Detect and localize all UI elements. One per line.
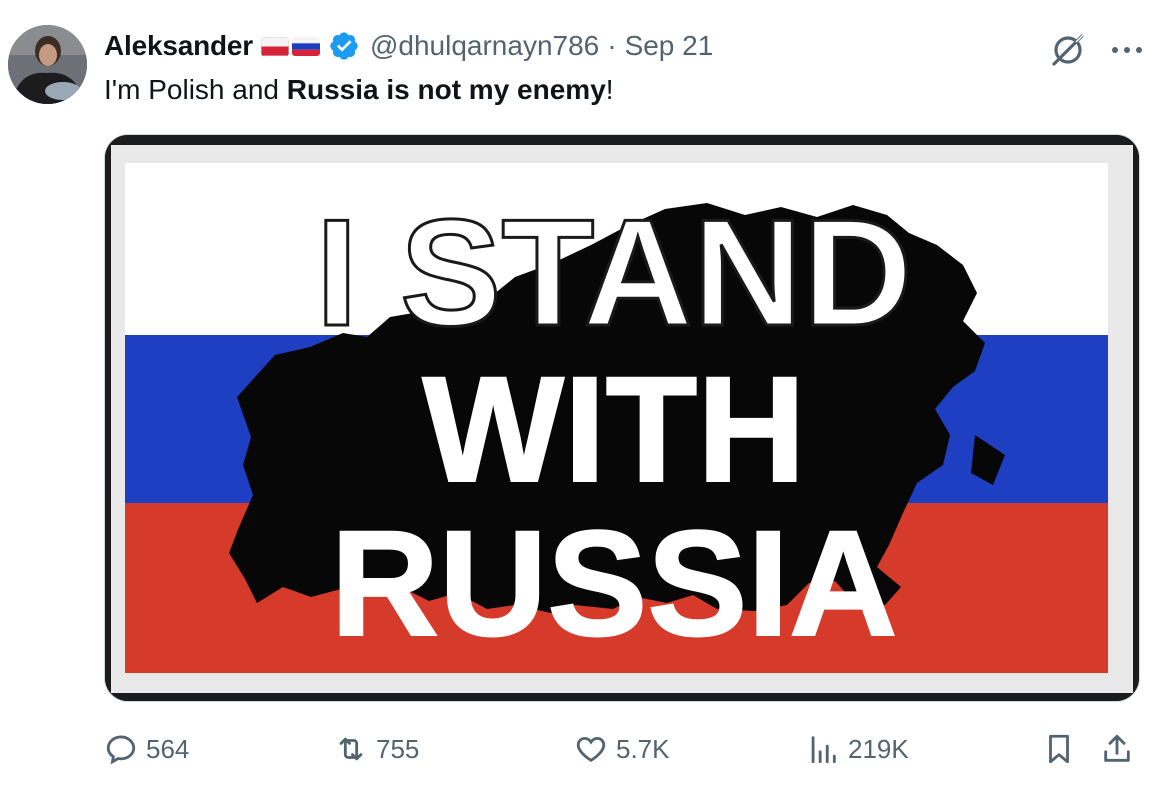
tweet-action-bar: 564 755 5.7K 219K	[104, 726, 1140, 772]
poland-flag-icon	[260, 36, 289, 56]
repost-icon	[339, 737, 363, 761]
more-options-icon[interactable]	[1112, 45, 1142, 55]
tweet-date[interactable]: Sep 21	[625, 30, 714, 62]
reply-count: 564	[146, 733, 190, 764]
tweet-text-bold: Russia is not my enemy	[286, 74, 606, 105]
tweet-text-part: I'm Polish and	[104, 74, 287, 105]
views-count: 219K	[848, 733, 909, 764]
image-text-line3: RUSSIA	[331, 499, 898, 667]
display-name[interactable]: Aleksander	[104, 30, 253, 62]
repost-button[interactable]: 755	[334, 726, 419, 772]
views-icon	[811, 736, 836, 764]
share-button[interactable]	[1100, 726, 1134, 772]
reply-icon	[106, 735, 136, 765]
russia-flag-icon	[291, 36, 320, 56]
share-icon	[1104, 734, 1130, 762]
views-button[interactable]: 219K	[806, 726, 909, 772]
like-count: 5.7K	[616, 733, 670, 764]
image-text-line2: WITH	[422, 345, 805, 513]
tweet-text-part: !	[605, 74, 614, 105]
bookmark-button[interactable]	[1042, 726, 1076, 772]
repost-count: 755	[376, 733, 420, 764]
like-button[interactable]: 5.7K	[574, 726, 670, 772]
tweet-image[interactable]: I STAND WITH RUSSIA	[104, 134, 1140, 702]
grok-icon[interactable]	[1046, 28, 1090, 72]
image-text-line1: I STAND	[316, 188, 913, 358]
user-handle[interactable]: @dhulqarnayn786	[370, 30, 599, 62]
reply-button[interactable]: 564	[104, 726, 189, 772]
tweet-top-actions	[1046, 28, 1142, 72]
avatar[interactable]	[8, 25, 87, 104]
heart-icon	[576, 736, 606, 762]
verified-badge-icon[interactable]	[328, 30, 360, 62]
tweet-text: I'm Polish and Russia is not my enemy!	[104, 70, 614, 110]
separator-dot: ·	[607, 30, 617, 61]
flag-emojis	[260, 36, 320, 56]
tweet-header: Aleksander @dhulqarnayn786 · Sep 21	[104, 26, 713, 66]
bookmark-icon	[1049, 734, 1069, 764]
